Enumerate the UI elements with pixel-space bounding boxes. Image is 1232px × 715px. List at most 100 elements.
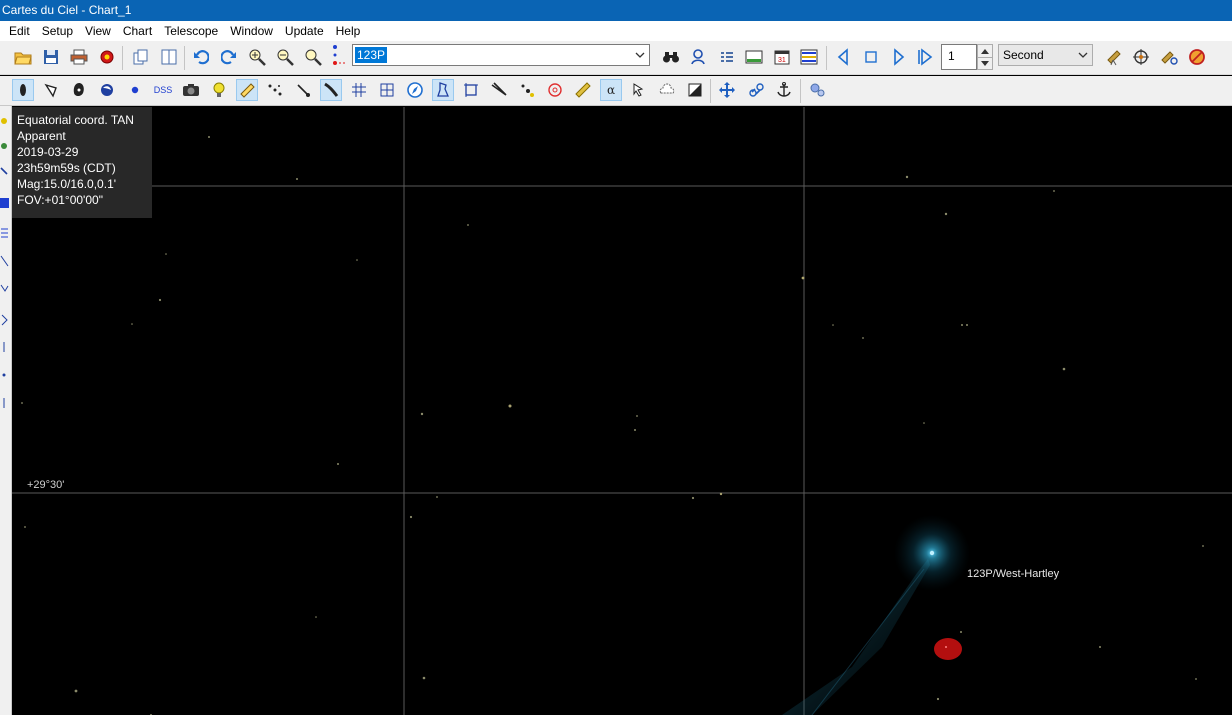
compass-icon[interactable] — [404, 79, 426, 101]
copy-chart-icon[interactable] — [130, 46, 152, 68]
telescope-abort-icon[interactable] — [1186, 46, 1208, 68]
find-object-icon[interactable] — [688, 46, 710, 68]
telescope-icon[interactable] — [1102, 46, 1124, 68]
show-pictures-icon[interactable] — [68, 79, 90, 101]
projection-text: Equatorial coord. TAN — [17, 113, 134, 127]
comet-label[interactable]: 123P/West-Hartley — [967, 568, 1059, 580]
chevron-down-icon[interactable] — [1077, 48, 1089, 62]
show-grid-icon[interactable] — [348, 79, 370, 101]
comet-nucleus[interactable] — [929, 550, 935, 556]
print-icon[interactable] — [68, 46, 90, 68]
redo-icon[interactable] — [218, 46, 240, 68]
left-tool-icon[interactable] — [0, 114, 10, 128]
greek-symbol-button[interactable]: α — [600, 79, 622, 101]
lamp-icon[interactable] — [208, 79, 230, 101]
show-backgrounds-icon[interactable] — [96, 79, 118, 101]
search-object-value[interactable]: 123P — [355, 47, 388, 63]
target-marker[interactable] — [934, 638, 962, 660]
stop-icon[interactable] — [860, 46, 882, 68]
time-step-spinner[interactable] — [977, 44, 993, 70]
show-planets-icon[interactable] — [124, 79, 146, 101]
anchor-icon[interactable] — [773, 79, 795, 101]
step-back-icon[interactable] — [832, 46, 854, 68]
menu-chart[interactable]: Chart — [117, 21, 158, 41]
zoom-out-icon[interactable] — [274, 46, 296, 68]
step-forward-icon[interactable] — [888, 46, 910, 68]
left-tool-icon[interactable] — [0, 139, 10, 153]
telescope-sync-icon[interactable] — [1158, 46, 1180, 68]
spin-up-icon[interactable] — [978, 45, 992, 57]
menu-view[interactable]: View — [79, 21, 117, 41]
chart-info-panel: Equatorial coord. TAN Apparent 2019-03-2… — [12, 107, 152, 218]
show-frame-icon[interactable] — [460, 79, 482, 101]
target-marker-center — [945, 646, 947, 648]
menu-telescope[interactable]: Telescope — [158, 21, 224, 41]
menu-update[interactable]: Update — [279, 21, 330, 41]
sky-chart-canvas[interactable] — [12, 107, 1232, 715]
show-constellation-lines-icon[interactable] — [292, 79, 314, 101]
menu-window[interactable]: Window — [224, 21, 279, 41]
search-object-combobox[interactable]: 123P — [352, 44, 650, 66]
sky-chart[interactable]: +29°30' 123P/West-Hartley — [12, 107, 1232, 715]
equatorial-grid-icon[interactable] — [376, 79, 398, 101]
show-star-symbols-icon[interactable] — [516, 79, 538, 101]
night-vision-icon[interactable] — [684, 79, 706, 101]
coordinate-mode-text: Apparent — [17, 129, 66, 143]
show-constellation-boundaries-icon[interactable] — [432, 79, 454, 101]
menu-bar: Edit Setup View Chart Telescope Window U… — [0, 21, 1232, 41]
show-asterisms-icon[interactable] — [264, 79, 286, 101]
menu-setup[interactable]: Setup — [36, 21, 79, 41]
ephemeris-table-icon[interactable] — [798, 46, 820, 68]
star-field — [21, 136, 1204, 715]
time-unit-select[interactable]: Second — [998, 44, 1093, 66]
separator — [826, 46, 827, 70]
show-milky-way-icon[interactable] — [320, 79, 342, 101]
left-tool-icon[interactable] — [0, 313, 10, 327]
left-tool-icon[interactable] — [0, 283, 10, 297]
target-crosshair-icon[interactable] — [1130, 46, 1152, 68]
cloud-icon[interactable] — [656, 79, 678, 101]
undo-icon[interactable] — [190, 46, 212, 68]
left-toolbar — [0, 106, 12, 715]
comet-tail-streak — [811, 568, 925, 715]
spin-down-icon[interactable] — [978, 57, 992, 69]
chart-toolbar: DSS α — [0, 76, 1232, 106]
show-labels-icon[interactable] — [236, 79, 258, 101]
tile-windows-icon[interactable] — [158, 46, 180, 68]
zoom-reset-icon[interactable] — [302, 46, 324, 68]
binoculars-icon[interactable] — [660, 46, 682, 68]
dss-button[interactable]: DSS — [150, 79, 176, 101]
camera-icon[interactable] — [180, 79, 202, 101]
dec-grid-label: +29°30' — [27, 479, 65, 491]
show-ecliptic-icon[interactable] — [488, 79, 510, 101]
menu-edit[interactable]: Edit — [3, 21, 36, 41]
left-tool-icon[interactable] — [0, 226, 10, 240]
open-folder-icon[interactable] — [12, 46, 34, 68]
left-tool-icon[interactable] — [0, 196, 10, 210]
show-stars-icon[interactable] — [12, 79, 34, 101]
show-nebulae-icon[interactable] — [40, 79, 62, 101]
settings-gear-icon[interactable] — [96, 46, 118, 68]
target-circle-icon[interactable] — [544, 79, 566, 101]
link-chart-icon[interactable] — [746, 79, 768, 101]
menu-help[interactable]: Help — [330, 21, 367, 41]
chevron-down-icon[interactable] — [634, 48, 646, 62]
left-tool-icon[interactable] — [0, 164, 10, 178]
planet-system-icon[interactable] — [806, 79, 828, 101]
pointer-label-icon[interactable] — [628, 79, 650, 101]
move-chart-icon[interactable] — [716, 79, 738, 101]
separator — [710, 79, 711, 103]
zoom-in-icon[interactable] — [246, 46, 268, 68]
object-type-icon[interactable] — [329, 44, 351, 66]
ruler-icon[interactable] — [572, 79, 594, 101]
left-tool-icon[interactable] — [0, 396, 10, 410]
object-list-icon[interactable] — [716, 46, 738, 68]
play-forward-icon[interactable] — [914, 46, 936, 68]
left-tool-icon[interactable] — [0, 254, 10, 268]
save-icon[interactable] — [40, 46, 62, 68]
left-tool-icon[interactable] — [0, 368, 10, 382]
calendar-icon[interactable]: 31 — [771, 46, 793, 68]
left-tool-icon[interactable] — [0, 340, 10, 354]
time-step-input[interactable]: 1 — [941, 44, 977, 70]
horizon-view-icon[interactable] — [743, 46, 765, 68]
